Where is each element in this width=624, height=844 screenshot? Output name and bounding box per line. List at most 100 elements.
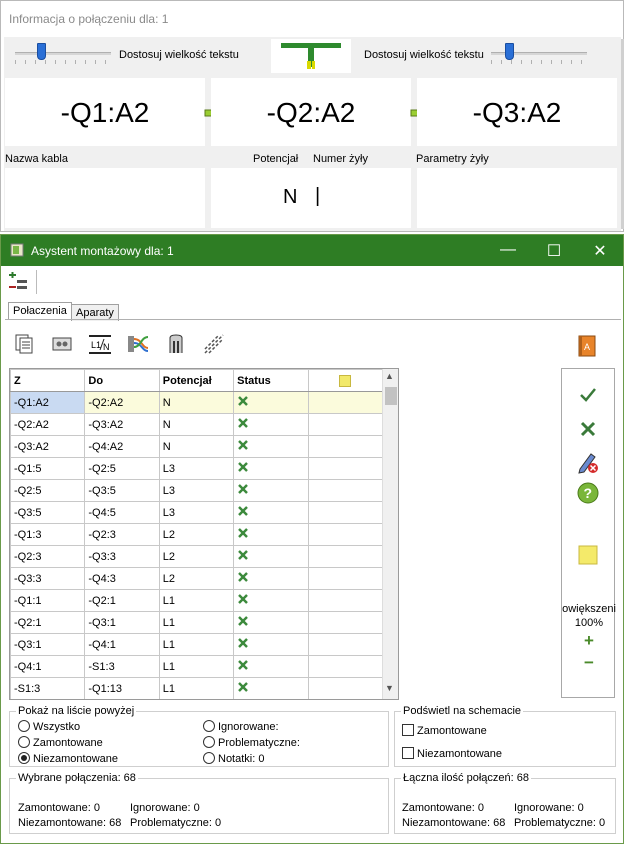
checkbox-highlight-unmounted[interactable]: Niezamontowane	[402, 747, 502, 760]
total-unmounted: Niezamontowane: 68	[402, 817, 506, 829]
scroll-down-icon[interactable]: ▼	[385, 683, 394, 693]
table-row[interactable]: -Q2:3 -Q3:3 L2	[10, 545, 384, 568]
radio-notes[interactable]: Notatki: 0	[203, 752, 264, 765]
checkbox-highlight-mounted[interactable]: Zamontowane	[402, 724, 487, 737]
cell-note[interactable]	[307, 479, 384, 502]
table-row[interactable]: -Q2:1 -Q3:1 L1	[10, 611, 384, 634]
scroll-thumb[interactable]	[385, 387, 397, 405]
cell-potential: N	[158, 413, 235, 436]
zoom-in-button[interactable]: +	[562, 631, 616, 651]
cell-note[interactable]	[307, 567, 384, 590]
scroll-up-icon[interactable]: ▲	[385, 371, 394, 381]
potential-view-button[interactable]: L1 N	[88, 332, 112, 356]
cell-from: -Q3:5	[10, 501, 86, 524]
radio-ignored[interactable]: Ignorowane:	[203, 720, 279, 733]
cell-note[interactable]	[307, 611, 384, 634]
radio-all[interactable]: Wszystko	[18, 720, 80, 733]
minimize-button[interactable]: —	[498, 241, 518, 259]
table-row[interactable]: -Q1:A2 -Q2:A2 N	[10, 391, 384, 414]
cell-to: -Q2:3	[84, 523, 160, 546]
col-header-from[interactable]: Z	[10, 369, 86, 392]
cell-from: -Q2:1	[10, 611, 86, 634]
mid-terminal-box: -Q2:A2	[211, 78, 411, 146]
cell-potential: L2	[158, 545, 235, 568]
cell-note[interactable]	[307, 655, 384, 678]
table-row[interactable]: -Q4:1 -S1:3 L1	[10, 655, 384, 678]
table-row[interactable]: -Q2:A2 -Q3:A2 N	[10, 413, 384, 436]
cell-status	[233, 655, 309, 678]
copy-list-button[interactable]	[13, 332, 37, 356]
cell-potential: L3	[158, 457, 235, 480]
col-header-to[interactable]: Do	[84, 369, 160, 392]
table-row[interactable]: -Q3:1 -Q4:1 L1	[10, 633, 384, 656]
to-terminal: -Q3:A2	[472, 97, 562, 128]
wires-view-button[interactable]	[126, 332, 150, 356]
cross-icon	[580, 421, 596, 437]
potential-value: N	[283, 186, 298, 208]
cell-from: -Q1:3	[10, 523, 86, 546]
cell-note[interactable]	[307, 391, 384, 414]
status-unmounted-icon	[238, 660, 249, 670]
report-book-button[interactable]: A	[575, 334, 599, 358]
cell-note[interactable]	[307, 501, 384, 524]
title-bar: Asystent montażowy dla: 1 — ☐ ✕	[1, 235, 623, 266]
radio-unmounted[interactable]: Niezamontowane	[18, 752, 118, 765]
note-icon	[578, 545, 598, 565]
cell-note[interactable]	[307, 523, 384, 546]
table-row[interactable]: -Q1:5 -Q2:5 L3	[10, 457, 384, 480]
radio-problematic[interactable]: Problematyczne:	[203, 736, 300, 749]
col-header-status[interactable]: Status	[233, 369, 309, 392]
table-scrollbar[interactable]: ▲ ▼	[382, 369, 398, 699]
text-size-slider-left[interactable]	[15, 43, 111, 64]
close-button[interactable]: ✕	[590, 241, 610, 261]
cell-status	[233, 545, 309, 568]
text-cursor[interactable]: |	[315, 185, 320, 208]
table-row[interactable]: -Q3:A2 -Q4:A2 N	[10, 435, 384, 458]
svg-text:?: ?	[584, 485, 593, 501]
pencil-cancel-icon	[578, 453, 598, 474]
cell-note[interactable]	[307, 589, 384, 612]
cell-note[interactable]	[307, 677, 384, 699]
radio-mounted[interactable]: Zamontowane	[18, 736, 103, 749]
potential-l1n-icon: L1 N	[89, 335, 111, 354]
mark-mounted-button[interactable]	[576, 383, 600, 407]
cell-to: -Q2:5	[84, 457, 160, 480]
cell-status	[233, 435, 309, 458]
device-view-button[interactable]	[164, 332, 188, 356]
table-row[interactable]: -Q3:3 -Q4:3 L2	[10, 567, 384, 590]
cell-note[interactable]	[307, 633, 384, 656]
maximize-button[interactable]: ☐	[544, 241, 564, 261]
table-row[interactable]: -Q2:5 -Q3:5 L3	[10, 479, 384, 502]
terminal-view-button[interactable]	[50, 332, 74, 356]
cell-potential: L3	[158, 501, 235, 524]
text-size-slider-right[interactable]	[491, 43, 587, 64]
mark-unmounted-button[interactable]	[576, 417, 600, 441]
tab-connections[interactable]: Połaczenia	[8, 302, 72, 319]
add-note-button[interactable]	[576, 543, 600, 567]
cell-note[interactable]	[307, 457, 384, 480]
cell-status	[233, 633, 309, 656]
col-header-note[interactable]	[307, 369, 384, 392]
mark-ignored-button[interactable]	[576, 451, 600, 475]
mark-problematic-button[interactable]: ?	[576, 481, 600, 505]
cell-to: -Q3:1	[84, 611, 160, 634]
cell-from: -Q2:A2	[10, 413, 86, 436]
status-unmounted-icon	[238, 506, 249, 516]
assembly-assistant-window: Asystent montażowy dla: 1 — ☐ ✕ Połaczen…	[0, 234, 624, 844]
table-row[interactable]: -Q3:5 -Q4:5 L3	[10, 501, 384, 524]
zoom-out-button[interactable]: −	[562, 653, 616, 673]
expand-collapse-button[interactable]	[7, 272, 29, 295]
cell-note[interactable]	[307, 413, 384, 436]
cell-note[interactable]	[307, 435, 384, 458]
table-row[interactable]: -S1:3 -Q1:13 L1	[10, 677, 384, 699]
table-row[interactable]: -Q1:3 -Q2:3 L2	[10, 523, 384, 546]
status-unmounted-icon	[238, 418, 249, 428]
wires-icon	[128, 336, 149, 352]
cell-status	[233, 479, 309, 502]
cell-to: -Q2:1	[84, 589, 160, 612]
cell-note[interactable]	[307, 545, 384, 568]
cable-view-button[interactable]	[202, 332, 226, 356]
status-unmounted-icon	[238, 528, 249, 538]
table-row[interactable]: -Q1:1 -Q2:1 L1	[10, 589, 384, 612]
col-header-potential[interactable]: Potencjał	[158, 369, 235, 392]
